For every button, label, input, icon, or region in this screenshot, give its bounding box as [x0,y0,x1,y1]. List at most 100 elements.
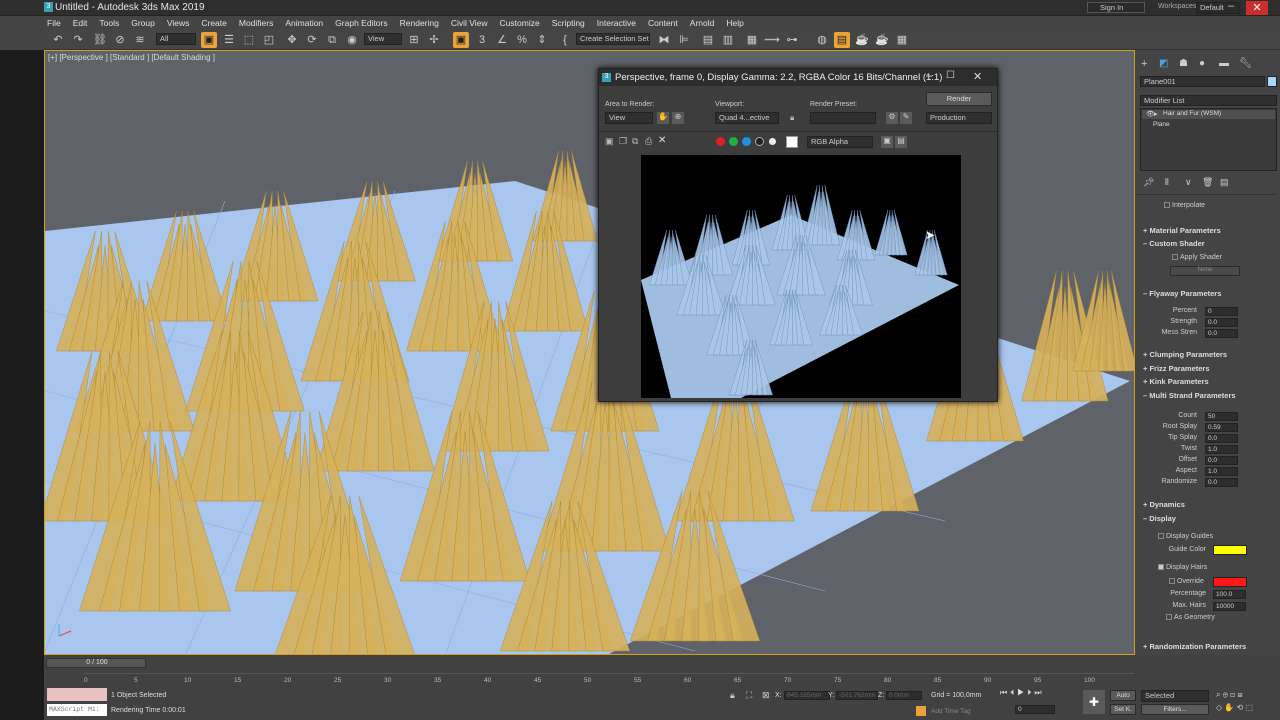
render-button[interactable]: Render [926,92,992,106]
zoom-extents-icon[interactable]: ⊡ [1230,690,1235,699]
monochrome-icon[interactable] [769,138,776,145]
key-filters-button[interactable]: Filters... [1141,704,1209,715]
menu-create[interactable]: Create [195,16,233,30]
interpolate-checkbox[interactable]: Interpolate [1164,202,1205,209]
create-tab-icon[interactable]: + [1141,58,1147,70]
ribbon-icon[interactable]: ▦ [744,32,760,48]
menu-file[interactable]: File [0,16,67,30]
keyboard-shortcut-icon[interactable]: ▣ [453,32,469,48]
environment-icon[interactable]: ✎ [900,112,912,124]
named-selection-dropdown[interactable]: Create Selection Set [576,33,650,45]
mess-strength-field[interactable]: 0.0 [1205,329,1238,338]
angle-snap-icon[interactable]: ∠ [494,32,510,48]
track-bar[interactable]: 0 5 10 15 20 25 30 35 40 45 50 55 60 65 70 75 80 85 90 95 10… [84,673,1134,687]
display-guides-checkbox[interactable]: Display Guides [1158,533,1213,540]
material-editor-icon[interactable]: ◍ [814,32,830,48]
green-channel-icon[interactable] [729,137,738,146]
maximize-viewport-icon[interactable]: ⬚ [1246,703,1254,712]
utilities-tab-icon[interactable]: 🔧︎ [1239,58,1252,69]
orbit-icon[interactable]: ⟲ [1237,703,1244,712]
root-splay-field[interactable]: 0.59 [1205,423,1238,432]
make-unique-icon[interactable]: ∨ [1185,177,1192,188]
clear-image-icon[interactable]: ✕ [658,135,666,146]
render-in-cloud-icon[interactable]: ▦ [894,32,910,48]
copy-image-icon[interactable]: ❐ [619,136,627,147]
pivot-icon[interactable]: ⊞ [406,32,422,48]
modifier-list-dropdown[interactable]: Modifier List [1140,95,1277,106]
dynamics-rollout[interactable]: + Dynamics [1143,500,1185,509]
viewport-label[interactable]: [+] [Perspective ] [Standard ] [Default … [48,53,215,62]
blue-channel-icon[interactable] [742,137,751,146]
object-color-swatch[interactable] [1267,76,1277,87]
alpha-channel-icon[interactable] [755,137,764,146]
absolute-mode-icon[interactable]: ⊠ [762,690,770,701]
menu-graph-editors[interactable]: Graph Editors [329,16,393,30]
place-icon[interactable]: ◉ [344,32,360,48]
toggle-ui-icon[interactable]: ▤ [895,136,907,148]
randomize-field[interactable]: 0.0 [1205,478,1238,487]
menu-tools[interactable]: Tools [93,16,125,30]
render-preset-dropdown[interactable] [810,112,876,124]
zoom-all-icon[interactable]: ⊕ [1223,690,1228,699]
menu-modifiers[interactable]: Modifiers [233,16,279,30]
x-coordinate-field[interactable]: 645.185mm [784,691,830,700]
select-by-name-icon[interactable]: ☰ [221,32,237,48]
render-maximize-icon[interactable]: ☐ [946,70,955,81]
stack-item-plane[interactable]: Plane [1153,121,1170,128]
strength-field[interactable]: 0.0 [1205,318,1238,327]
schematic-view-icon[interactable]: ⊶ [784,32,800,48]
go-to-end-icon[interactable]: ⏭ [1034,688,1044,697]
flyaway-parameters-rollout[interactable]: – Flyaway Parameters [1143,289,1221,298]
motion-tab-icon[interactable]: ● [1199,58,1205,69]
red-channel-icon[interactable] [716,137,725,146]
stack-item-hair[interactable]: 👁︎ ▸ Hair and Fur (WSM) [1142,110,1275,119]
pin-stack-icon[interactable]: 📌︎ [1143,177,1154,188]
save-image-icon[interactable]: ▣ [605,136,614,147]
selection-lock-icon[interactable]: ⛶ [746,690,752,701]
percent-field[interactable]: 0 [1205,307,1238,316]
as-geometry-checkbox[interactable]: As Geometry [1166,614,1215,621]
offset-field[interactable]: 0.0 [1205,456,1238,465]
window-crossing-icon[interactable]: ◰ [261,32,277,48]
key-mode-icon[interactable]: ✚ [1083,690,1105,714]
maxscript-listener[interactable] [47,688,107,701]
move-icon[interactable]: ✥ [284,32,300,48]
kink-rollout[interactable]: + Kink Parameters [1143,377,1209,386]
current-frame-field[interactable]: 0 [1015,705,1055,714]
time-tag-icon[interactable] [916,706,926,716]
object-name-field[interactable]: Plane001 [1140,76,1265,87]
auto-region-icon[interactable]: ⊕ [672,112,684,124]
spinner-snap-icon[interactable]: ⇕ [534,32,550,48]
zoom-extents-all-icon[interactable]: ⊞ [1238,690,1243,699]
menu-customize[interactable]: Customize [494,16,546,30]
y-coordinate-field[interactable]: -501.762mm [836,691,878,700]
edit-named-selection-icon[interactable]: { [557,32,573,48]
render-production-icon[interactable]: ☕ [874,32,890,48]
override-color-swatch[interactable] [1213,577,1247,587]
time-slider[interactable]: 0 / 100 [46,658,146,668]
viewport-dropdown[interactable]: Quad 4...ective [715,112,779,124]
layer-explorer-icon[interactable]: ▥ [720,32,736,48]
play-icon[interactable]: ▶ [1017,688,1027,697]
tip-splay-field[interactable]: 0.0 [1205,434,1238,443]
menu-scripting[interactable]: Scripting [546,16,591,30]
scale-icon[interactable]: ⧉ [324,32,340,48]
aspect-field[interactable]: 1.0 [1205,467,1238,476]
maxscript-mini-listener[interactable]: MAXScript Mi: [47,704,107,716]
render-minimize-icon[interactable]: – [926,70,932,82]
close-icon[interactable]: ✕ [1246,1,1268,15]
remove-modifier-icon[interactable]: 🗑︎ [1202,177,1213,188]
shader-none-button[interactable]: None [1170,266,1240,276]
minimize-icon[interactable]: – [1228,0,1234,12]
twist-field[interactable]: 1.0 [1205,445,1238,454]
menu-help[interactable]: Help [720,16,749,30]
mirror-icon[interactable]: ⧓ [656,32,672,48]
modify-tab-icon[interactable]: ◩ [1159,58,1168,69]
multi-strand-rollout[interactable]: – Multi Strand Parameters [1143,391,1236,400]
render-close-icon[interactable]: ✕ [973,70,982,83]
selection-filter-dropdown[interactable]: All [156,33,196,45]
count-field[interactable]: 50 [1205,412,1238,421]
snaps-toggle-icon[interactable]: 3 [474,32,490,48]
configure-sets-icon[interactable]: ▤ [1220,177,1229,188]
scene-explorer-icon[interactable]: ▤ [700,32,716,48]
